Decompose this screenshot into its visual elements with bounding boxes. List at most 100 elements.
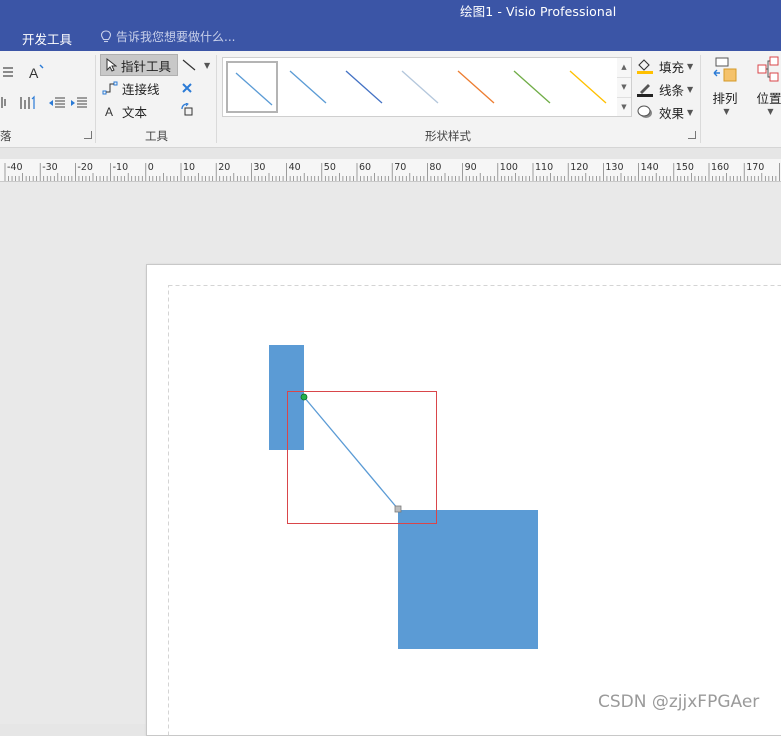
chevron-down-icon: ▼	[754, 107, 781, 116]
line-style-preview	[228, 63, 276, 111]
ruler-label: 0	[148, 162, 154, 173]
shape-style-option[interactable]	[282, 61, 332, 111]
connector-label: 连接线	[122, 79, 160, 98]
position-icon	[754, 55, 781, 85]
text-direction-icon[interactable]	[18, 95, 36, 111]
rectangle-shape-large[interactable]	[398, 510, 538, 649]
effects-icon	[636, 104, 654, 120]
ribbon: A 落 指针工具	[0, 51, 781, 148]
tell-me-box[interactable]: 告诉我您想要做什么...	[100, 28, 235, 45]
ruler-label: 160	[711, 162, 729, 173]
ruler-label: 70	[394, 162, 406, 173]
line-tool-dropdown[interactable]: ▼	[181, 55, 210, 75]
lightbulb-icon	[100, 30, 112, 44]
connector-icon	[102, 81, 118, 95]
shape-style-option[interactable]	[450, 61, 500, 111]
effects-button[interactable]: 效果 ▼	[636, 102, 693, 122]
svg-text:A: A	[105, 105, 113, 118]
line-style-preview	[282, 61, 330, 109]
rotate-icon[interactable]	[180, 103, 196, 119]
list-icon[interactable]	[0, 65, 14, 79]
line-style-preview	[338, 61, 386, 109]
connector-line[interactable]	[304, 397, 398, 509]
pen-icon	[636, 81, 654, 97]
connector-tool-button[interactable]: 连接线	[102, 78, 160, 98]
selection-rectangle	[288, 392, 437, 524]
horizontal-ruler[interactable]: -40-30-20-100102030405060708090100110120…	[0, 159, 781, 182]
text-tool-label: 文本	[122, 102, 147, 121]
text-tool-button[interactable]: A 文本	[104, 101, 147, 121]
ruler-label: 40	[289, 162, 301, 173]
fill-bucket-icon	[636, 58, 654, 74]
group-separator	[95, 55, 96, 143]
drawing-canvas[interactable]	[0, 182, 781, 724]
ruler-label: -40	[7, 162, 23, 173]
line-button[interactable]: 线条 ▼	[636, 79, 693, 99]
ruler-label: 60	[359, 162, 371, 173]
line-style-preview	[450, 61, 498, 109]
shape-style-option[interactable]	[394, 61, 444, 111]
chevron-down-icon: ▼	[710, 107, 743, 116]
ruler-label: 80	[429, 162, 441, 173]
svg-text:A: A	[29, 65, 39, 81]
ruler-label: 150	[676, 162, 694, 173]
ruler-label: 130	[605, 162, 623, 173]
shape-style-option[interactable]	[226, 61, 278, 113]
ruler-label: -20	[77, 162, 93, 173]
fill-label: 填充	[659, 57, 684, 76]
shape-style-gallery	[222, 57, 618, 117]
decrease-indent-icon[interactable]	[48, 96, 66, 110]
line-style-preview	[506, 61, 554, 109]
ruler-label: 90	[465, 162, 477, 173]
shape-style-option[interactable]	[562, 61, 612, 111]
ruler-label: 140	[641, 162, 659, 173]
ruler-label: -30	[42, 162, 58, 173]
shape-style-option[interactable]	[506, 61, 556, 111]
paragraph-group-label: 落	[0, 128, 12, 144]
group-separator	[216, 55, 217, 143]
group-separator	[700, 55, 701, 143]
gallery-scroll-up[interactable]: ▲	[617, 58, 631, 78]
tools-group-label: 工具	[145, 128, 168, 144]
ruler-label: 170	[746, 162, 764, 173]
position-button[interactable]: 位置 ▼	[751, 55, 781, 116]
chevron-down-icon: ▼	[204, 61, 210, 70]
tell-me-placeholder: 告诉我您想要做什么...	[116, 28, 235, 45]
font-size-icon[interactable]: A	[28, 63, 46, 81]
line-style-preview	[562, 61, 610, 109]
line-tool-icon	[181, 58, 197, 72]
watermark: CSDN @zjjxFPGAer	[598, 692, 759, 712]
gallery-scroll: ▲ ▼ ▼	[617, 57, 632, 117]
gallery-more[interactable]: ▼	[617, 98, 631, 117]
chevron-down-icon: ▼	[687, 62, 693, 71]
paragraph-group-launcher[interactable]	[84, 131, 92, 139]
ruler-label: 100	[500, 162, 518, 173]
arrange-label: 排列	[707, 88, 743, 107]
rectangle-shape-small[interactable]	[269, 345, 304, 450]
ruler-label: 30	[253, 162, 265, 173]
close-icon[interactable]	[181, 82, 193, 94]
ruler-label: -10	[113, 162, 129, 173]
connector-begin-handle[interactable]	[301, 394, 307, 400]
text-tool-icon: A	[104, 104, 118, 118]
increase-indent-icon[interactable]	[70, 96, 88, 110]
drawing-page[interactable]	[146, 264, 781, 736]
connector-end-handle[interactable]	[395, 506, 401, 512]
shape-styles-group-label: 形状样式	[425, 128, 471, 144]
title-bar: 绘图1 - Visio Professional	[0, 0, 781, 20]
shape-styles-launcher[interactable]	[688, 131, 696, 139]
arrange-icon	[710, 55, 740, 85]
ruler-label: 20	[218, 162, 230, 173]
line-label: 线条	[659, 80, 684, 99]
gallery-scroll-down[interactable]: ▼	[617, 78, 631, 98]
align-icon[interactable]	[0, 95, 10, 109]
ruler-label: 10	[183, 162, 195, 173]
tab-developer[interactable]: 开发工具	[22, 29, 72, 48]
fill-button[interactable]: 填充 ▼	[636, 56, 693, 76]
ruler-label: 110	[535, 162, 553, 173]
pointer-icon	[106, 58, 117, 72]
pointer-tool-button[interactable]: 指针工具	[100, 54, 178, 76]
shape-style-option[interactable]	[338, 61, 388, 111]
ribbon-tab-bar: 开发工具 告诉我您想要做什么...	[0, 20, 781, 51]
arrange-button[interactable]: 排列 ▼	[707, 55, 743, 116]
